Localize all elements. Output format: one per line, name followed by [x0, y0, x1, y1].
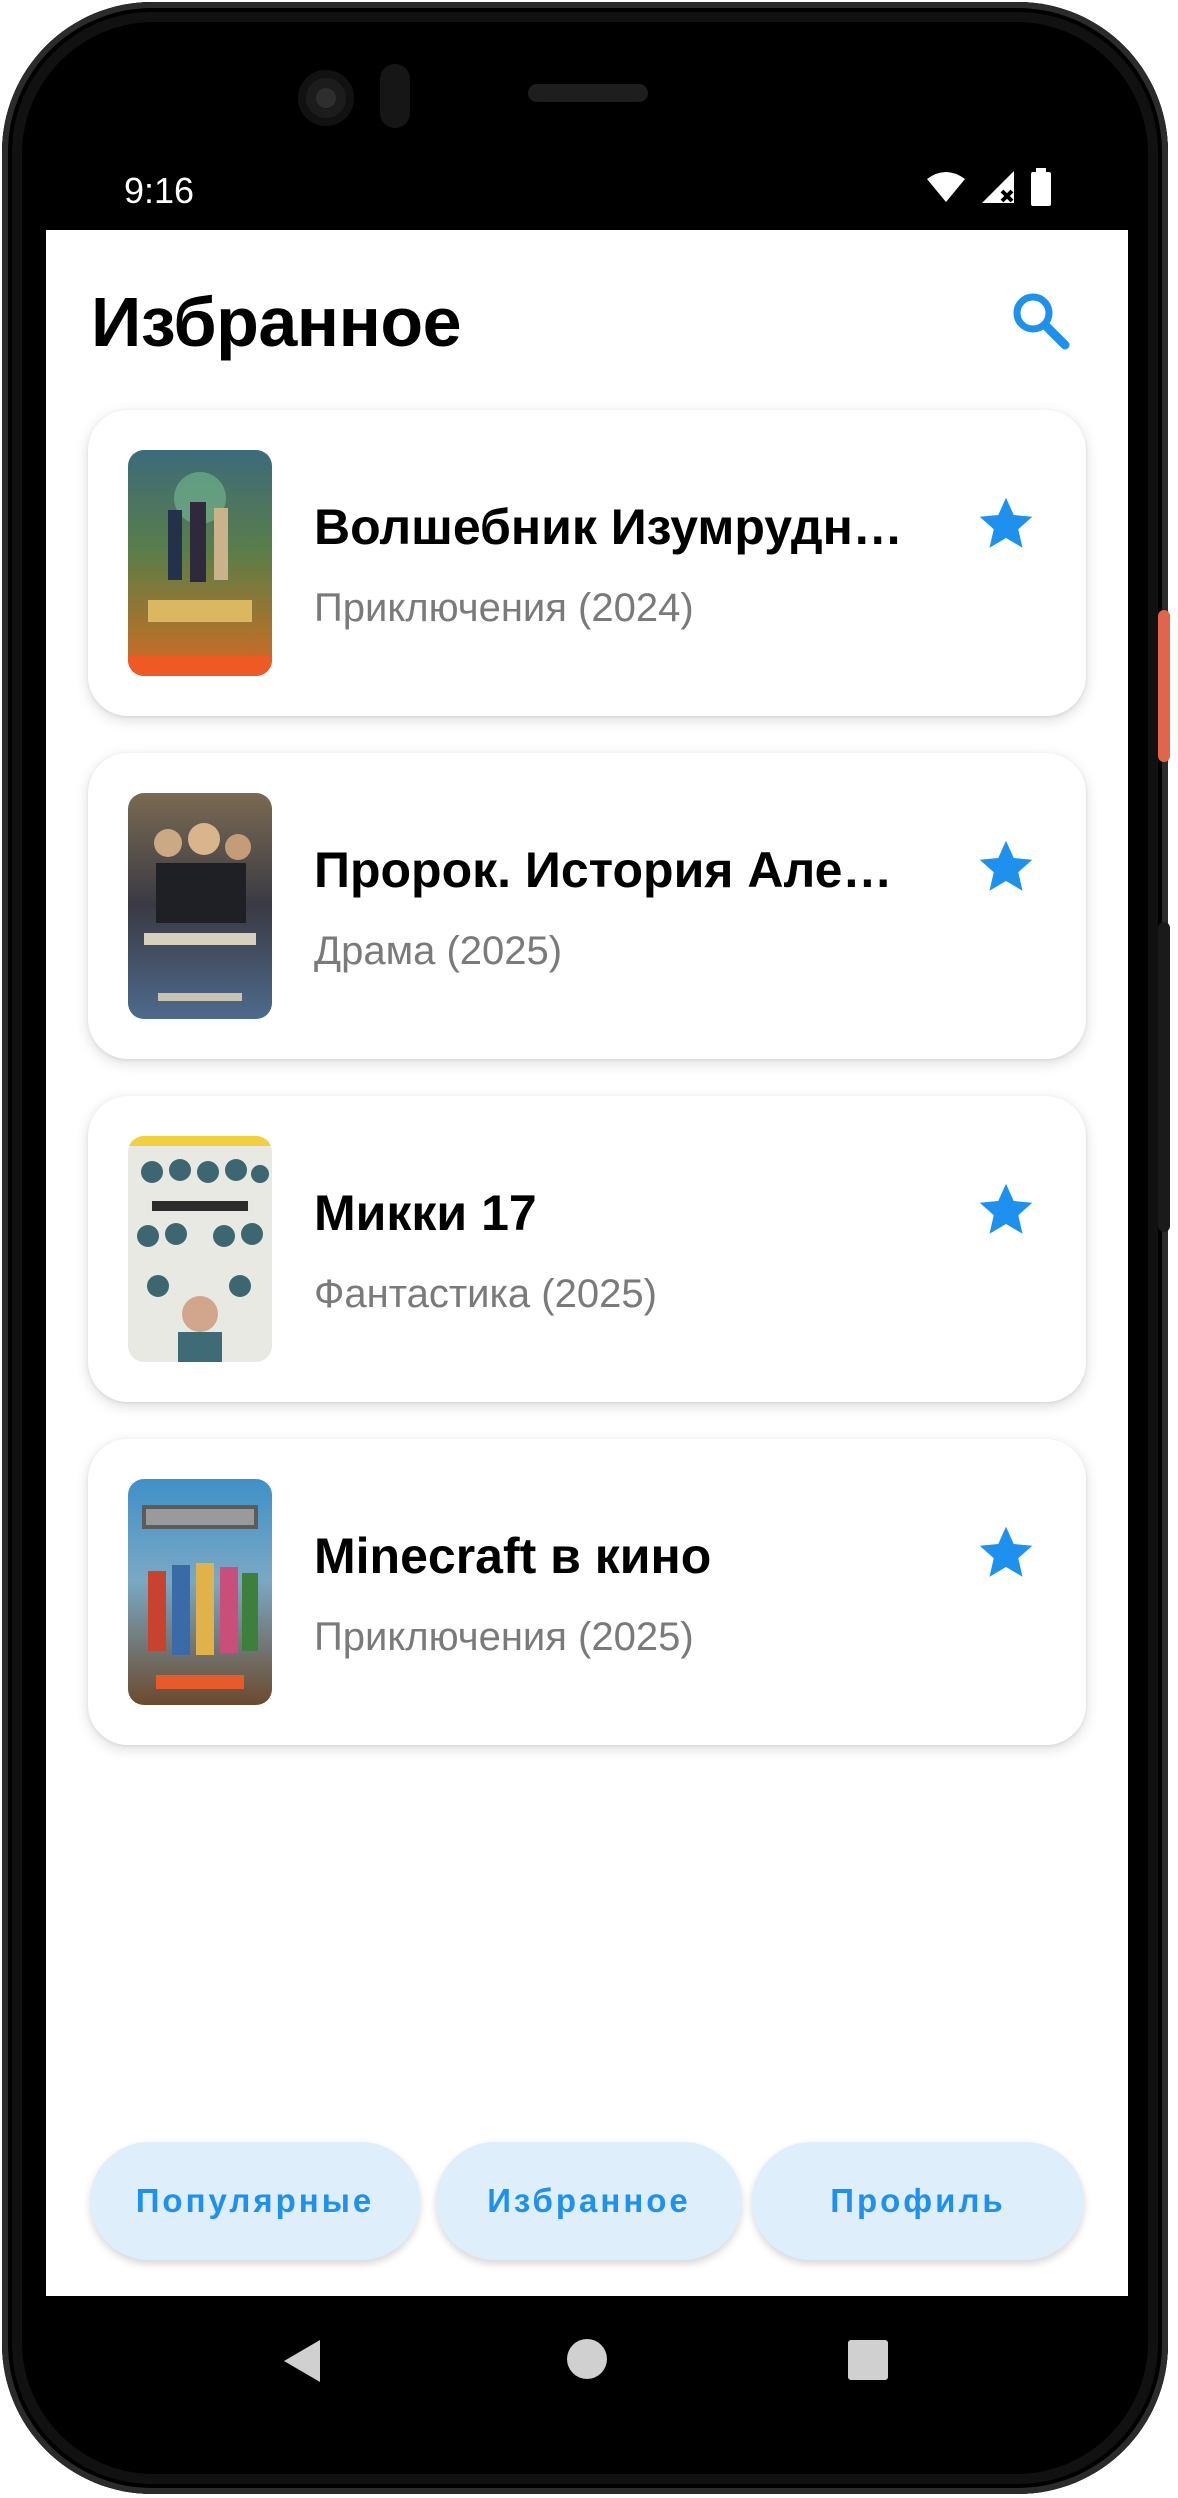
movie-genre-year: Приключения (2024)	[314, 586, 694, 630]
movie-title: Микки 17	[314, 1185, 537, 1241]
wifi-icon	[927, 172, 965, 202]
search-icon	[1013, 293, 1070, 350]
movie-genre-year: Приключения (2025)	[314, 1615, 694, 1659]
movie-poster	[128, 1136, 272, 1362]
tab-profile[interactable]: Профиль	[752, 2142, 1084, 2260]
signal-icon	[982, 171, 1014, 203]
movie-title: Minecraft в кино	[314, 1528, 712, 1584]
star-icon[interactable]	[976, 837, 1036, 897]
recents-icon[interactable]	[848, 2340, 888, 2380]
bottom-tab-bar: Популярные Избранное Профиль	[46, 2142, 1128, 2266]
movie-title: Волшебник Изумрудного города	[314, 499, 914, 555]
movie-poster	[128, 1479, 272, 1705]
movie-title: Пророк. История Александра Пушкина	[314, 842, 914, 898]
status-icons	[926, 168, 1052, 206]
app-screen: Избранное Волшебник Изумрудного Приключе…	[46, 230, 1128, 2296]
tab-popular[interactable]: Популярные	[90, 2142, 420, 2260]
status-time: 9:16	[124, 170, 195, 211]
system-nav-bar	[46, 2296, 1128, 2422]
movie-genre-year: Драма (2025)	[314, 929, 563, 973]
movie-genre-year: Фантастика (2025)	[314, 1272, 657, 1316]
page-title: Избранное	[91, 283, 462, 361]
movie-card[interactable]: Микки 17 Фантастика (2025)	[88, 1096, 1086, 1402]
favorites-list: Волшебник Изумрудного города Приключения…	[88, 410, 1086, 1782]
proximity-sensor	[380, 64, 410, 128]
movie-card[interactable]: Пророк. История Александра Пушкина Драма…	[88, 753, 1086, 1059]
tab-favorites[interactable]: Избранное	[436, 2142, 742, 2260]
star-icon[interactable]	[976, 1180, 1036, 1240]
star-icon[interactable]	[976, 494, 1036, 554]
movie-poster	[128, 793, 272, 1019]
volume-button	[1158, 922, 1170, 1232]
home-icon[interactable]	[566, 2338, 608, 2380]
earpiece-speaker	[528, 84, 648, 102]
star-icon[interactable]	[976, 1523, 1036, 1583]
movie-card[interactable]: Волшебник Изумрудного города Приключения…	[88, 410, 1086, 716]
back-icon[interactable]	[282, 2338, 322, 2384]
power-button	[1158, 610, 1170, 762]
movie-card[interactable]: Minecraft в кино Приключения (2025)	[88, 1439, 1086, 1745]
front-camera	[298, 70, 354, 126]
battery-icon	[1031, 168, 1051, 206]
search-button[interactable]	[1008, 288, 1072, 352]
movie-poster	[128, 450, 272, 676]
